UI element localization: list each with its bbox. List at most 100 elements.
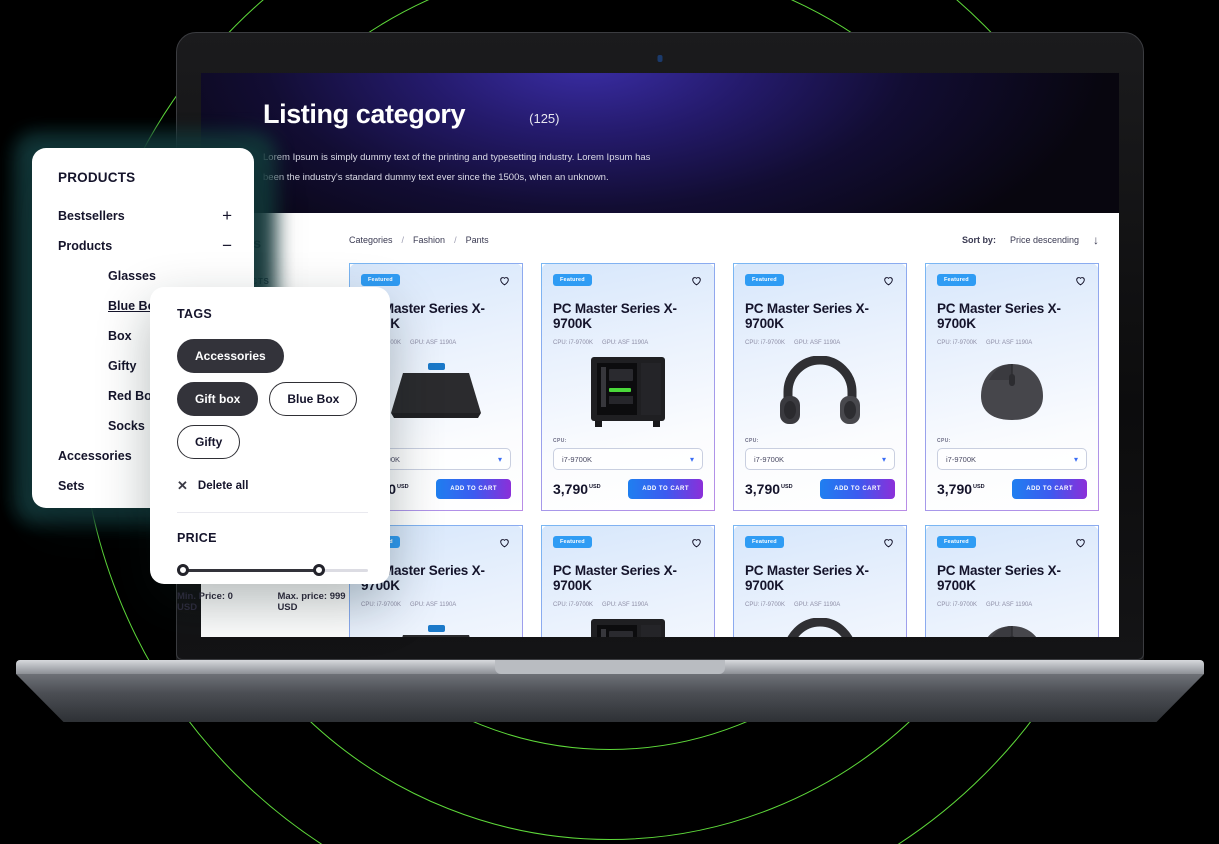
favorite-heart-icon[interactable] — [690, 274, 703, 292]
product-card[interactable]: Featured PC Master Series X-9700K CPU: i7-… — [541, 263, 715, 511]
product-title: PC Master Series X-9700K — [937, 301, 1061, 332]
sort-label: Sort by: — [961, 235, 996, 245]
slider-knob-min[interactable] — [177, 564, 189, 576]
screenshot-root: Listing category (125) Lorem Ipsum is si… — [0, 0, 1219, 844]
expand-toggle-icon[interactable]: − — [222, 236, 232, 256]
page-title: Listing category — [263, 99, 466, 129]
product-card[interactable]: FeaturedPC Master Series X-9700KCPU: i7-… — [925, 525, 1099, 637]
tag-chip[interactable]: Blue Box — [269, 382, 358, 416]
featured-badge: Featured — [361, 274, 400, 286]
tag-list: Accessories Gift box Blue Box Gifty — [177, 339, 368, 459]
favorite-heart-icon[interactable] — [882, 536, 895, 554]
add-to-cart-button[interactable]: ADD TO CART — [628, 479, 703, 499]
products-panel-row-label: Bestsellers — [58, 209, 125, 223]
min-price-label: Min. Price: 0 USD — [177, 591, 233, 613]
product-image — [553, 608, 703, 637]
product-image — [745, 608, 895, 637]
favorite-heart-icon[interactable] — [498, 274, 511, 292]
tags-delete-all-label: Delete all — [197, 480, 249, 492]
products-panel-header: PRODUCTS — [58, 170, 136, 185]
favorite-heart-icon[interactable] — [1074, 536, 1087, 554]
chevron-down-icon[interactable]: ▾ — [882, 455, 886, 464]
max-price-label: Max. price: 999 USD — [277, 591, 346, 613]
featured-badge: Featured — [553, 274, 592, 286]
cpu-select[interactable]: i7-9700K ▾ — [937, 448, 1087, 470]
product-listing: Categories / Fashion / Pants Sort by: Price … — [331, 213, 1119, 637]
product-title: PC Master Series X-9700K — [553, 563, 677, 594]
cpu-select[interactable]: i7-9700K ▾ — [745, 448, 895, 470]
cpu-select-label: CPU: — [937, 438, 951, 444]
breadcrumb-item[interactable]: Pants — [466, 235, 489, 245]
product-card[interactable]: Featured PC Master Series X-9700K CPU: i7-… — [925, 263, 1099, 511]
products-panel-row[interactable]: Products − — [58, 231, 232, 261]
sort-control[interactable]: Sort by: Price descending ↓ — [962, 233, 1099, 247]
sort-value[interactable]: Price descending — [1010, 235, 1079, 245]
add-to-cart-button[interactable]: ADD TO CART — [1012, 479, 1087, 499]
product-title: PC Master Series X-9700K — [745, 301, 869, 332]
featured-badge: Featured — [745, 536, 784, 548]
featured-badge: Featured — [553, 536, 592, 548]
products-panel-rows: Bestsellers + Products − — [58, 201, 232, 261]
hero-paragraph-line1: Lorem Ipsum is simply dummy text of the … — [263, 152, 651, 163]
laptop-base-notch — [495, 660, 725, 674]
breadcrumb-separator: / — [401, 235, 405, 245]
product-price: 3,790USD — [937, 481, 985, 497]
hero-paragraph-line2: been the industry's standard dummy text … — [263, 171, 609, 183]
chevron-down-icon[interactable]: ▾ — [498, 455, 502, 464]
tags-divider — [177, 512, 368, 513]
price-range-slider[interactable] — [177, 564, 368, 576]
favorite-heart-icon[interactable] — [690, 536, 703, 554]
result-count: (125) — [529, 111, 560, 126]
tags-price-header: PRICE — [177, 531, 217, 545]
favorite-heart-icon[interactable] — [498, 536, 511, 554]
featured-badge: Featured — [745, 274, 784, 286]
product-price: 3,790USD — [745, 481, 793, 497]
hero-banner: Listing category (125) Lorem Ipsum is si… — [201, 73, 1119, 213]
chevron-down-icon[interactable]: ▾ — [1074, 455, 1078, 464]
product-image — [937, 346, 1087, 438]
close-icon: ✕ — [177, 478, 188, 493]
tag-chip[interactable]: Gifty — [177, 425, 241, 459]
products-panel-row-label: Products — [58, 239, 113, 253]
product-card[interactable]: Featured PC Master Series X-9700K CPU: i7-… — [733, 263, 907, 511]
featured-badge: Featured — [937, 536, 976, 548]
slider-knob-max[interactable] — [313, 564, 325, 576]
breadcrumb-item[interactable]: Categories — [349, 235, 393, 245]
tags-panel-header: TAGS — [177, 307, 212, 321]
breadcrumb-item[interactable]: Fashion — [413, 235, 445, 245]
product-card[interactable]: FeaturedPC Master Series X-9700KCPU: i7-… — [733, 525, 907, 637]
cpu-select-value: i7-9700K — [946, 454, 977, 464]
listing-toolbar: Categories / Fashion / Pants Sort by: Price … — [349, 233, 1099, 247]
cpu-select-label: CPU: — [553, 438, 567, 444]
product-image — [361, 608, 511, 637]
products-panel-row-label: Accessories — [58, 449, 132, 463]
expand-toggle-icon[interactable]: + — [222, 206, 232, 226]
tags-delete-all[interactable]: ✕ Delete all — [177, 478, 368, 494]
laptop-base-body — [16, 674, 1204, 722]
featured-badge: Featured — [937, 274, 976, 286]
product-image — [745, 346, 895, 438]
add-to-cart-button[interactable]: ADD TO CART — [436, 479, 511, 499]
webcam-icon — [657, 55, 663, 62]
chevron-down-icon[interactable]: ▾ — [690, 455, 694, 464]
tags-panel: TAGS Accessories Gift box Blue Box Gifty ✕ … — [150, 287, 390, 613]
favorite-heart-icon[interactable] — [882, 274, 895, 292]
products-panel-row-label: Sets — [58, 479, 85, 493]
laptop-base-top — [16, 660, 1204, 674]
cpu-select-value: i7-9700K — [754, 454, 785, 464]
product-price: 3,790USD — [553, 481, 601, 497]
product-card[interactable]: FeaturedPC Master Series X-9700KCPU: i7-… — [541, 525, 715, 637]
product-title: PC Master Series X-9700K — [553, 301, 677, 332]
products-panel-row[interactable]: Bestsellers + — [58, 201, 232, 231]
tag-chip[interactable]: Accessories — [177, 339, 284, 373]
cpu-select[interactable]: i7-9700K ▾ — [553, 448, 703, 470]
tag-chip[interactable]: Gift box — [177, 382, 259, 416]
slider-fill — [181, 569, 319, 572]
sort-direction-icon[interactable]: ↓ — [1093, 233, 1099, 247]
add-to-cart-button[interactable]: ADD TO CART — [820, 479, 895, 499]
cpu-select-value: i7-9700K — [562, 454, 593, 464]
breadcrumb: Categories / Fashion / Pants — [349, 235, 489, 245]
cpu-select-label: CPU: — [745, 438, 759, 444]
laptop-base — [16, 660, 1204, 722]
favorite-heart-icon[interactable] — [1074, 274, 1087, 292]
